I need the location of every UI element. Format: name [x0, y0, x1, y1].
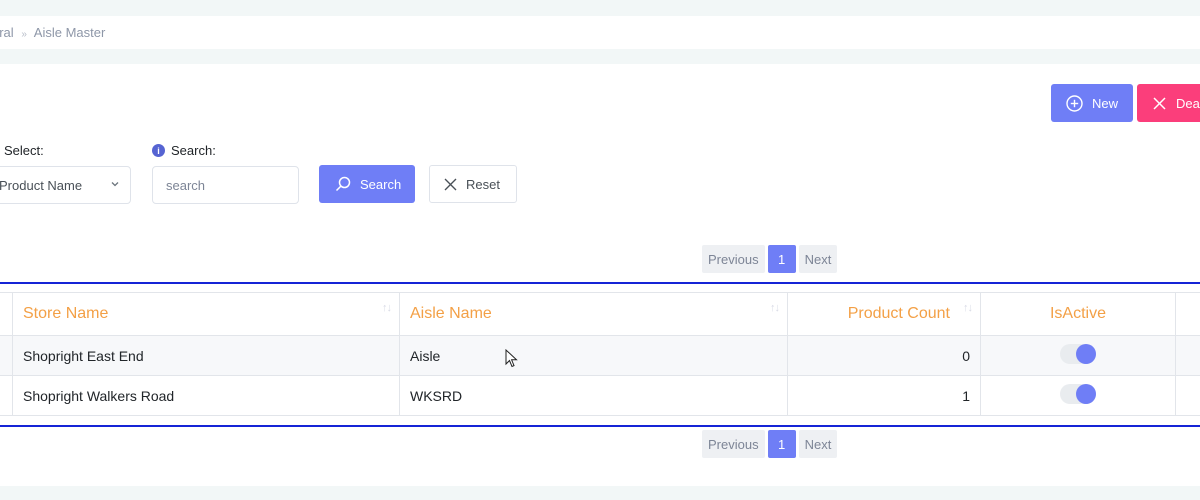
new-button[interactable]: New: [1051, 84, 1133, 122]
column-header-store-name[interactable]: Store Name ↑↓: [12, 292, 400, 336]
store-name-cell: Shopright Walkers Road: [12, 375, 400, 416]
pagination-page-1[interactable]: 1: [767, 430, 796, 458]
store-name-cell: Shopright East End: [12, 335, 400, 376]
aisle-name-cell: Aisle: [399, 335, 788, 376]
pagination-next[interactable]: Next: [798, 245, 838, 273]
table-top-divider: [0, 282, 1200, 284]
deactivate-button[interactable]: Dea: [1137, 84, 1200, 122]
sort-icon[interactable]: ↑↓: [770, 302, 780, 314]
row-actions-cell: [1175, 335, 1200, 376]
table-row: Shopright East End Aisle 0: [0, 335, 1200, 376]
search-button[interactable]: Search: [319, 165, 415, 203]
toggle-knob: [1076, 384, 1096, 405]
column-header-product-count[interactable]: Product Count ↑↓: [787, 292, 981, 336]
breadcrumb: eral » Aisle Master: [0, 25, 105, 40]
table-bottom-divider: [0, 425, 1200, 427]
select-label: Select:: [4, 143, 44, 158]
product-count-cell: 1: [787, 375, 981, 416]
chevron-down-icon: [111, 182, 119, 187]
table-header-row: Store Name ↑↓ Aisle Name ↑↓ Product Coun…: [0, 292, 1200, 336]
pagination-next[interactable]: Next: [798, 430, 838, 458]
sort-icon[interactable]: ↑↓: [963, 302, 973, 314]
search-icon: [335, 176, 351, 192]
isactive-toggle[interactable]: [1060, 384, 1096, 405]
breadcrumb-parent-link[interactable]: eral: [0, 25, 14, 40]
table-header-select: [0, 292, 13, 336]
plus-circle-icon: [1066, 94, 1083, 112]
pagination-previous[interactable]: Previous: [702, 245, 765, 273]
search-button-label: Search: [360, 176, 402, 192]
pagination-page-1[interactable]: 1: [767, 245, 796, 273]
row-select-cell: [0, 335, 13, 376]
column-header-store-name-label: Store Name: [23, 305, 109, 322]
new-button-label: New: [1092, 95, 1119, 111]
column-header-isactive: IsActive: [980, 292, 1176, 336]
sort-icon[interactable]: ↑↓: [382, 302, 392, 314]
aisle-master-card: New Dea Select: i Search: Product Name S…: [0, 64, 1200, 486]
column-header-product-count-label: Product Count: [847, 305, 950, 322]
isactive-cell: [980, 375, 1176, 416]
aisle-name-cell: WKSRD: [399, 375, 788, 416]
info-icon: i: [152, 144, 165, 157]
reset-button-label: Reset: [466, 176, 500, 192]
breadcrumb-current: Aisle Master: [33, 25, 106, 40]
search-label-text: Search:: [171, 143, 216, 158]
column-header-aisle-name[interactable]: Aisle Name ↑↓: [399, 292, 788, 336]
mouse-cursor-icon: [505, 349, 518, 368]
pagination-previous[interactable]: Previous: [702, 430, 765, 458]
pagination-bottom: Previous 1 Next: [702, 430, 838, 458]
column-header-actions: [1175, 292, 1200, 336]
row-select-cell: [0, 375, 13, 416]
toggle-knob: [1076, 344, 1096, 365]
product-count-cell: 0: [787, 335, 981, 376]
column-header-isactive-label: IsActive: [1049, 305, 1106, 322]
close-icon: [444, 178, 457, 190]
breadcrumb-separator: »: [21, 29, 27, 40]
filter-field-select[interactable]: Product Name: [0, 166, 131, 204]
close-icon: [1153, 96, 1166, 110]
isactive-cell: [980, 335, 1176, 376]
table-row: Shopright Walkers Road WKSRD 1: [0, 375, 1200, 416]
reset-button[interactable]: Reset: [429, 165, 517, 203]
row-actions-cell: [1175, 375, 1200, 416]
column-header-aisle-name-label: Aisle Name: [410, 305, 492, 322]
pagination-top: Previous 1 Next: [702, 245, 838, 273]
search-label: i Search:: [152, 143, 216, 158]
aisle-table: Store Name ↑↓ Aisle Name ↑↓ Product Coun…: [0, 292, 1200, 416]
deactivate-button-label: Dea: [1176, 95, 1200, 111]
isactive-toggle[interactable]: [1060, 344, 1096, 365]
filter-field-select-value: Product Name: [0, 177, 83, 193]
search-input[interactable]: [152, 166, 299, 204]
breadcrumb-bar: eral » Aisle Master: [0, 16, 1200, 49]
